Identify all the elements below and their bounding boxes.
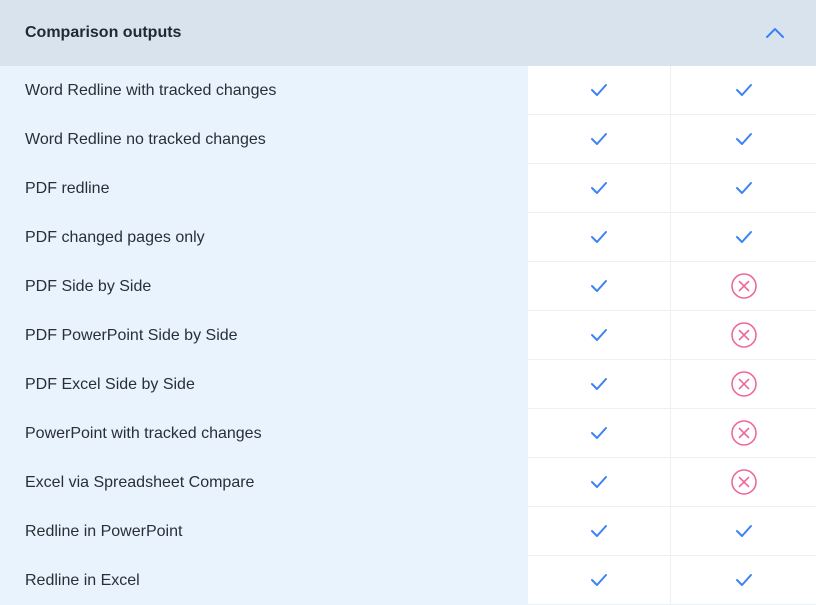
table-cell — [671, 458, 816, 507]
table-cell — [528, 66, 671, 115]
table-row: Excel via Spreadsheet Compare — [0, 458, 816, 507]
row-label: Redline in PowerPoint — [0, 507, 528, 556]
cross-circle-icon — [730, 370, 758, 398]
table-cell — [671, 311, 816, 360]
table-row: PDF Side by Side — [0, 262, 816, 311]
table-row: Word Redline with tracked changes — [0, 66, 816, 115]
check-icon — [585, 321, 613, 349]
table-cell — [671, 409, 816, 458]
row-label: PDF PowerPoint Side by Side — [0, 311, 528, 360]
check-icon — [585, 419, 613, 447]
check-icon — [585, 223, 613, 251]
check-icon — [585, 370, 613, 398]
comparison-table: Word Redline with tracked changes Word Re… — [0, 66, 816, 605]
check-icon — [730, 517, 758, 545]
check-icon — [730, 76, 758, 104]
table-cell — [528, 164, 671, 213]
table-row: PDF Excel Side by Side — [0, 360, 816, 409]
row-label: PowerPoint with tracked changes — [0, 409, 528, 458]
table-cell — [528, 409, 671, 458]
row-label: Word Redline no tracked changes — [0, 115, 528, 164]
row-label: Redline in Excel — [0, 556, 528, 605]
check-icon — [730, 566, 758, 594]
table-cell — [671, 213, 816, 262]
table-cell — [671, 164, 816, 213]
table-cell — [528, 556, 671, 605]
table-cell — [528, 262, 671, 311]
row-label: Excel via Spreadsheet Compare — [0, 458, 528, 507]
table-row: Word Redline no tracked changes — [0, 115, 816, 164]
cross-circle-icon — [730, 419, 758, 447]
cross-circle-icon — [730, 468, 758, 496]
table-cell — [528, 507, 671, 556]
row-label: PDF Excel Side by Side — [0, 360, 528, 409]
table-cell — [528, 360, 671, 409]
table-cell — [671, 360, 816, 409]
table-cell — [671, 556, 816, 605]
table-row: PDF changed pages only — [0, 213, 816, 262]
table-cell — [671, 262, 816, 311]
row-label: PDF changed pages only — [0, 213, 528, 262]
check-icon — [585, 272, 613, 300]
table-row: Redline in PowerPoint — [0, 507, 816, 556]
check-icon — [585, 125, 613, 153]
cross-circle-icon — [730, 321, 758, 349]
table-cell — [671, 507, 816, 556]
check-icon — [585, 468, 613, 496]
check-icon — [730, 125, 758, 153]
check-icon — [585, 566, 613, 594]
check-icon — [585, 517, 613, 545]
accordion-header[interactable]: Comparison outputs — [0, 0, 816, 66]
table-row: PowerPoint with tracked changes — [0, 409, 816, 458]
row-label: Word Redline with tracked changes — [0, 66, 528, 115]
check-icon — [730, 174, 758, 202]
table-cell — [528, 115, 671, 164]
check-icon — [730, 223, 758, 251]
table-cell — [528, 458, 671, 507]
table-cell — [671, 115, 816, 164]
check-icon — [585, 76, 613, 104]
row-label: PDF Side by Side — [0, 262, 528, 311]
table-row: PDF redline — [0, 164, 816, 213]
table-cell — [671, 66, 816, 115]
table-cell — [528, 311, 671, 360]
table-cell — [528, 213, 671, 262]
check-icon — [585, 174, 613, 202]
section-title: Comparison outputs — [25, 24, 182, 41]
chevron-up-icon[interactable] — [765, 23, 785, 43]
table-row: PDF PowerPoint Side by Side — [0, 311, 816, 360]
cross-circle-icon — [730, 272, 758, 300]
comparison-outputs-panel: Comparison outputs Word Redline with tra… — [0, 0, 816, 605]
table-row: Redline in Excel — [0, 556, 816, 605]
row-label: PDF redline — [0, 164, 528, 213]
